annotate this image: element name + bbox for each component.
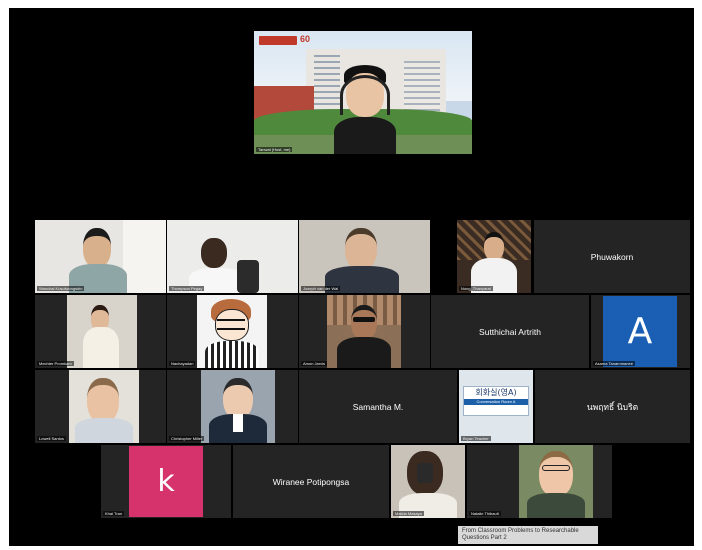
avatar: k — [129, 446, 203, 517]
room-sign: 회화실(영A) Conversation Room A — [463, 386, 529, 416]
person-body — [527, 493, 585, 518]
participant-name: นพฤทธิ์ นิบริต — [586, 402, 639, 413]
participant-tile[interactable]: Natalie Thibault — [467, 445, 612, 518]
sunglasses-icon — [353, 317, 375, 322]
anniversary-logo: 60 — [300, 34, 311, 44]
video-frame — [327, 295, 401, 368]
participant-tile[interactable]: Wanchai Kusolwongsirin — [35, 220, 166, 293]
participant-name: Mechter Promkam — [37, 361, 74, 366]
host-video-tile[interactable]: 60 Tanwat (Host, me) — [254, 31, 472, 154]
host-shirt — [334, 117, 396, 154]
person-head — [345, 228, 377, 270]
room-sign-english: Conversation Room A — [464, 399, 528, 405]
participant-name: Nong_Thanyarat — [459, 286, 493, 291]
person-head — [484, 232, 504, 261]
participant-name: Wanchai Kusolwongsirin — [37, 286, 85, 291]
video-frame — [519, 445, 593, 518]
participant-name: Samantha M. — [352, 401, 404, 412]
participant-tile[interactable]: 회화실(영A) Conversation Room A Bryan Teache… — [459, 370, 533, 443]
person-body — [83, 327, 119, 368]
meeting-stage: 60 Tanwat (Host, me) Wanchai Kusolwongsi… — [9, 8, 694, 546]
room-sign-korean: 회화실(영A) — [475, 388, 517, 397]
participant-name: Christopher Miller — [169, 436, 205, 441]
host-person — [334, 65, 396, 154]
participant-tile[interactable]: Mechter Promkam — [35, 295, 166, 368]
participant-tile[interactable]: นพฤทธิ์ นิบริต — [535, 370, 690, 443]
avatar: A — [603, 296, 677, 367]
person-head — [87, 378, 119, 423]
participant-tile[interactable]: Christopher Miller — [167, 370, 298, 443]
participant-tile[interactable]: Phuwakorn — [534, 220, 690, 293]
participant-tile[interactable]: A Asama Tanarnmanee — [591, 295, 690, 368]
participant-name: Lowell Santos — [37, 436, 66, 441]
university-logo-icon — [259, 36, 297, 45]
glasses-icon — [217, 319, 245, 330]
person-head — [539, 451, 573, 497]
person-body — [75, 418, 133, 443]
person-head — [351, 305, 377, 340]
participant-tile[interactable]: Joseph van der Wal — [299, 220, 430, 293]
headset-icon — [340, 75, 390, 115]
participant-tile[interactable]: Thompson Pegay — [167, 220, 298, 293]
participant-tile[interactable]: Sutthichai Artrith — [431, 295, 589, 368]
participant-tile[interactable]: Nong_Thanyarat — [457, 220, 531, 293]
host-name: Tanwat (Host, me) — [256, 147, 293, 152]
participant-name: Bryan Teacher — [461, 436, 491, 441]
participant-tile[interactable]: k Khai Tran — [101, 445, 231, 518]
chair — [237, 260, 259, 293]
shirt-collar — [233, 414, 243, 432]
building-windows-right — [404, 61, 440, 111]
wall-window — [123, 220, 166, 293]
participant-name: Thompson Pegay — [169, 286, 205, 291]
participant-tile[interactable]: Nachayadan — [167, 295, 298, 368]
person-head — [83, 228, 111, 268]
video-frame — [69, 370, 139, 443]
phone-icon — [417, 463, 433, 483]
participant-tile[interactable]: Amon Jarvis — [299, 295, 430, 368]
participant-name: Asama Tanarnmanee — [593, 361, 635, 366]
participant-name: Wiranee Potipongsa — [272, 476, 350, 487]
participant-tile[interactable]: Lowell Santos — [35, 370, 166, 443]
glasses-icon — [542, 465, 570, 471]
video-frame — [201, 370, 275, 443]
participant-name: Natalie Thibault — [469, 511, 501, 516]
participant-tile[interactable]: Samantha M. — [299, 370, 457, 443]
participant-name: Nachayadan — [169, 361, 196, 366]
participant-name: Sutthichai Artrith — [479, 326, 541, 337]
person-head — [201, 238, 227, 268]
video-frame — [67, 295, 137, 368]
participant-name: Amon Jarvis — [301, 361, 328, 366]
person-body — [337, 337, 391, 368]
illustration-frame — [197, 295, 267, 368]
slide-caption: From Classroom Problems to Researchable … — [458, 526, 598, 544]
participant-name: Malida Masaya — [393, 511, 424, 516]
participant-name: Khai Tran — [103, 511, 125, 516]
participant-tile[interactable]: Wiranee Potipongsa — [233, 445, 389, 518]
participant-name: Joseph van der Wal — [301, 286, 341, 291]
participant-tile[interactable]: Malida Masaya — [391, 445, 465, 518]
participant-name: Phuwakorn — [590, 251, 634, 262]
cartoon-body — [205, 341, 259, 368]
person-head — [223, 378, 253, 419]
